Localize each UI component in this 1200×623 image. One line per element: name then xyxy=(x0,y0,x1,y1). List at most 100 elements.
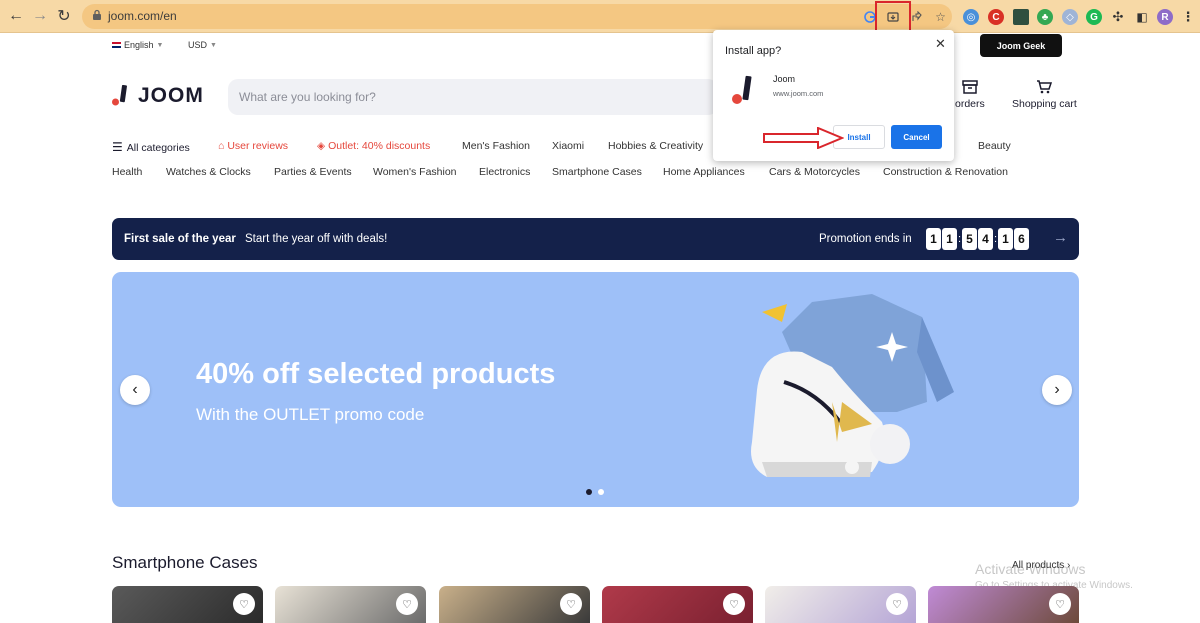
search-placeholder: What are you looking for? xyxy=(239,90,376,104)
category-hobbies[interactable]: Hobbies & Creativity xyxy=(608,140,703,152)
section-title: Smartphone Cases xyxy=(112,553,258,572)
heart-icon[interactable]: ♡ xyxy=(723,593,745,615)
cart-label: Shopping cart xyxy=(1012,98,1077,110)
category-health[interactable]: Health xyxy=(112,166,142,178)
back-icon[interactable]: ← xyxy=(6,6,26,26)
currency-selector[interactable]: USD ▼ xyxy=(188,40,217,50)
forward-icon[interactable]: → xyxy=(30,6,50,26)
grammarly-icon[interactable]: G xyxy=(1086,9,1102,25)
category-womens-fashion[interactable]: Women's Fashion xyxy=(373,166,457,178)
extension-icon-4[interactable]: ♣ xyxy=(1037,9,1053,25)
joom-app-icon xyxy=(732,75,752,104)
all-products-link[interactable]: All products › xyxy=(1012,560,1070,571)
category-mens-fashion[interactable]: Men's Fashion xyxy=(462,140,530,152)
reload-icon[interactable]: ↻ xyxy=(54,6,74,26)
extension-icon-3[interactable] xyxy=(1013,9,1029,25)
product-card[interactable]: ♡ xyxy=(602,586,753,623)
product-card[interactable]: ♡ xyxy=(765,586,916,623)
heart-icon[interactable]: ♡ xyxy=(560,593,582,615)
promo-title: First sale of the year xyxy=(124,233,236,245)
orders-link[interactable]: orders xyxy=(955,80,985,110)
joom-logo[interactable]: JOOM xyxy=(112,84,204,108)
app-name: Joom xyxy=(773,74,796,84)
puzzle-icon[interactable]: ✣ xyxy=(1110,9,1126,25)
language-selector[interactable]: English ▼ xyxy=(112,40,163,50)
heart-icon[interactable]: ♡ xyxy=(396,593,418,615)
category-parties[interactable]: Parties & Events xyxy=(274,166,352,178)
category-label: User reviews xyxy=(227,140,289,152)
product-card[interactable]: ♡ xyxy=(112,586,263,623)
all-categories-menu[interactable]: ☰ All categories xyxy=(112,140,190,154)
category-watches[interactable]: Watches & Clocks xyxy=(166,166,251,178)
product-card[interactable]: ♡ xyxy=(928,586,1079,623)
chevron-down-icon: ▼ xyxy=(210,41,217,49)
timer-digit: 4 xyxy=(978,228,993,250)
carousel-prev-button[interactable]: ‹ xyxy=(120,375,150,405)
promo-subtitle: Start the year off with deals! xyxy=(245,233,388,245)
timer-separator: : xyxy=(994,233,998,245)
language-label: English xyxy=(124,40,154,50)
currency-label: USD xyxy=(188,40,208,50)
heart-icon[interactable]: ♡ xyxy=(233,593,255,615)
shopping-cart-link[interactable]: Shopping cart xyxy=(1012,80,1077,110)
sneaker-sweater-illustration xyxy=(751,294,954,477)
category-beauty[interactable]: Beauty xyxy=(978,140,1011,152)
category-outlet[interactable]: ◈ Outlet: 40% discounts xyxy=(317,140,430,152)
uk-flag-icon xyxy=(112,42,121,48)
category-home-appliances[interactable]: Home Appliances xyxy=(663,166,745,178)
heart-icon[interactable]: ♡ xyxy=(886,593,908,615)
joom-geek-button[interactable]: Joom Geek xyxy=(980,34,1062,57)
banner-subtitle: With the OUTLET promo code xyxy=(196,405,425,424)
carousel-next-button[interactable]: › xyxy=(1042,375,1072,405)
banner-title: 40% off selected products xyxy=(196,358,556,390)
arrow-right-icon[interactable]: → xyxy=(1053,229,1068,246)
menu-dots-icon[interactable]: ⋮ xyxy=(1180,9,1196,25)
category-xiaomi[interactable]: Xiaomi xyxy=(552,140,584,152)
url-text: joom.com/en xyxy=(108,9,177,23)
product-card[interactable]: ♡ xyxy=(275,586,426,623)
timer-digit: 1 xyxy=(942,228,957,250)
avatar[interactable]: R xyxy=(1157,9,1173,25)
promotion-bar[interactable]: First sale of the year Start the year of… xyxy=(112,218,1079,260)
timer-digit: 5 xyxy=(962,228,977,250)
address-bar[interactable]: joom.com/en ☆ xyxy=(82,4,952,29)
category-smartphone-cases[interactable]: Smartphone Cases xyxy=(552,166,642,178)
orders-label: orders xyxy=(955,98,985,110)
search-input[interactable]: What are you looking for? xyxy=(228,79,718,115)
extension-icon-1[interactable]: ◎ xyxy=(963,9,979,25)
joom-logo-icon xyxy=(112,85,127,106)
category-user-reviews[interactable]: ⌂ User reviews xyxy=(218,140,288,152)
app-url: www.joom.com xyxy=(773,89,824,98)
side-panel-icon[interactable]: ◧ xyxy=(1134,9,1150,25)
browser-toolbar: ← → ↻ joom.com/en ☆ ◎ C ♣ ◇ G ✣ ◧ R ⋮ xyxy=(0,0,1200,36)
box-icon xyxy=(962,80,978,94)
lock-icon xyxy=(93,9,101,20)
chevron-right-icon: › xyxy=(1067,560,1071,571)
countdown-timer: 1 1 : 5 4 : 1 6 xyxy=(926,228,1029,250)
timer-digit: 6 xyxy=(1014,228,1029,250)
category-cars[interactable]: Cars & Motorcycles xyxy=(769,166,860,178)
bookmark-star-icon[interactable]: ☆ xyxy=(932,8,949,25)
tag-icon: ◈ xyxy=(317,140,326,152)
hero-banner[interactable]: 40% off selected products With the OUTLE… xyxy=(112,272,1079,507)
logo-text: JOOM xyxy=(138,84,204,107)
close-icon[interactable]: ✕ xyxy=(935,36,946,52)
shield-icon[interactable]: ◇ xyxy=(1062,9,1078,25)
product-card[interactable]: ♡ xyxy=(439,586,590,623)
cart-icon xyxy=(1037,80,1053,94)
bag-icon: ⌂ xyxy=(218,140,225,152)
category-construction[interactable]: Construction & Renovation xyxy=(883,166,1008,178)
all-categories-label: All categories xyxy=(126,142,190,154)
carousel-dot-active[interactable] xyxy=(586,489,592,495)
heart-icon[interactable]: ♡ xyxy=(1049,593,1071,615)
category-label: Outlet: 40% discounts xyxy=(328,140,431,152)
timer-digit: 1 xyxy=(926,228,941,250)
category-electronics[interactable]: Electronics xyxy=(479,166,530,178)
timer-digit: 1 xyxy=(998,228,1013,250)
extension-icon-2[interactable]: C xyxy=(988,9,1004,25)
chevron-down-icon: ▼ xyxy=(156,41,164,49)
dialog-title: Install app? xyxy=(725,45,782,57)
hamburger-icon: ☰ xyxy=(112,140,123,154)
carousel-dot[interactable] xyxy=(598,489,604,495)
cancel-button[interactable]: Cancel xyxy=(891,125,942,149)
